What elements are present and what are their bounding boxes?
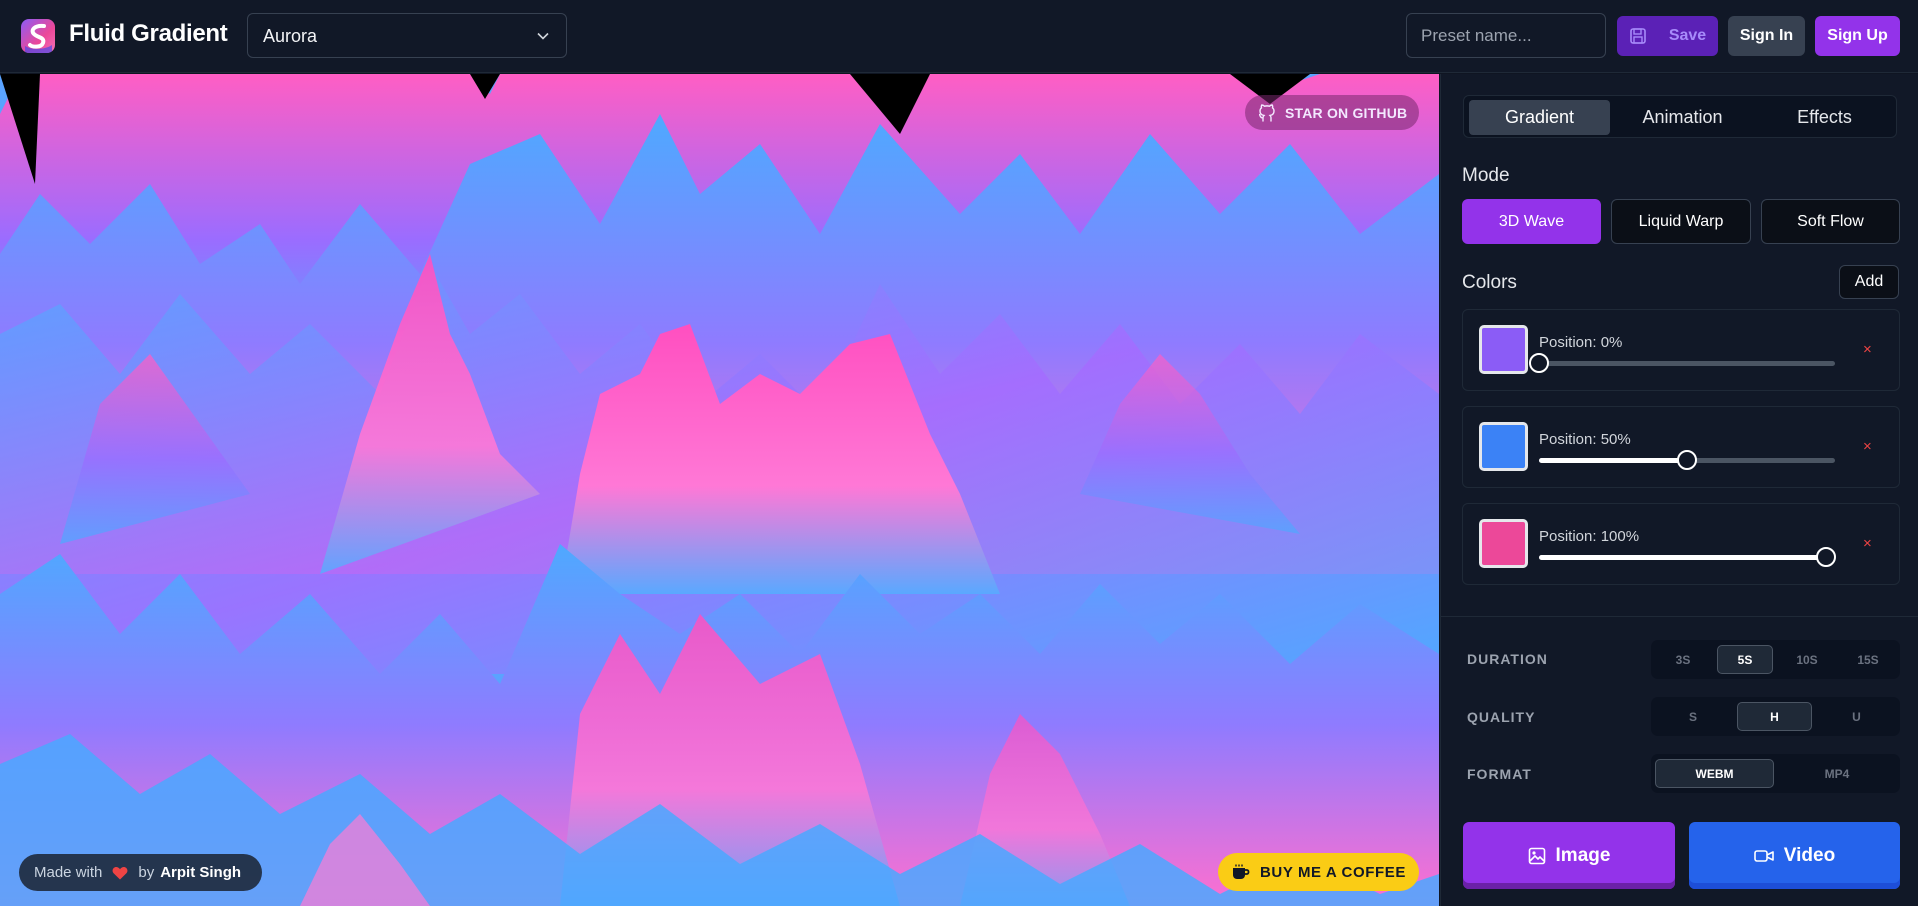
- color-swatch[interactable]: [1479, 422, 1528, 471]
- color-swatch[interactable]: [1479, 325, 1528, 374]
- preset-dropdown-value: Aurora: [263, 26, 318, 46]
- tab-animation[interactable]: Animation: [1612, 100, 1753, 135]
- save-icon: [1630, 28, 1646, 44]
- position-slider[interactable]: [1529, 353, 1835, 373]
- preset-name-input[interactable]: [1406, 13, 1606, 58]
- panel-tabs: Gradient Animation Effects: [1463, 95, 1897, 138]
- made-with-badge: Made with by Arpit Singh: [19, 854, 262, 891]
- tab-effects[interactable]: Effects: [1755, 100, 1894, 135]
- duration-option-10s[interactable]: 10S: [1779, 645, 1835, 674]
- color-stop: Position: 100% ×: [1462, 503, 1900, 585]
- video-camera-icon: [1753, 849, 1774, 862]
- color-stop: Position: 50% ×: [1462, 406, 1900, 488]
- color-stop: Position: 0% ×: [1462, 309, 1900, 391]
- top-bar: Fluid Gradient Aurora Save Sign In Sign …: [0, 0, 1918, 73]
- app-title: Fluid Gradient: [69, 20, 228, 47]
- preset-dropdown[interactable]: Aurora: [247, 13, 567, 58]
- export-image-label: Image: [1555, 844, 1611, 866]
- mode-soft-flow-button[interactable]: Soft Flow: [1761, 199, 1900, 244]
- github-icon: [1259, 103, 1275, 122]
- duration-option-5s[interactable]: 5S: [1717, 645, 1773, 674]
- position-slider-thumb[interactable]: [1529, 353, 1549, 373]
- buy-me-a-coffee-label: BUY ME A COFFEE: [1260, 863, 1406, 881]
- position-slider-thumb[interactable]: [1816, 547, 1837, 567]
- star-on-github-button[interactable]: STAR ON GITHUB: [1245, 95, 1419, 130]
- panel-divider: [1441, 616, 1918, 617]
- position-slider-thumb[interactable]: [1677, 450, 1697, 470]
- colors-section-title: Colors: [1462, 272, 1517, 293]
- position-slider[interactable]: [1539, 547, 1837, 567]
- color-stop-position-label: Position: 0%: [1539, 334, 1623, 351]
- remove-color-stop-button[interactable]: ×: [1863, 341, 1872, 358]
- quality-option-h[interactable]: H: [1737, 702, 1812, 731]
- mode-3d-wave-button[interactable]: 3D Wave: [1462, 199, 1601, 244]
- save-button-label: Save: [1668, 27, 1707, 44]
- sign-in-button[interactable]: Sign In: [1728, 16, 1805, 56]
- gradient-wave-render: [0, 74, 1439, 906]
- remove-color-stop-button[interactable]: ×: [1863, 535, 1872, 552]
- coffee-cup-icon: [1233, 864, 1250, 879]
- format-selector: WEBM MP4: [1651, 754, 1900, 793]
- color-stop-position-label: Position: 100%: [1539, 528, 1640, 545]
- remove-color-stop-button[interactable]: ×: [1863, 438, 1872, 455]
- star-on-github-label: STAR ON GITHUB: [1285, 104, 1408, 121]
- format-label: FORMAT: [1467, 766, 1532, 782]
- heart-icon: [112, 866, 128, 879]
- export-image-button[interactable]: Image: [1463, 822, 1675, 889]
- gradient-preview-canvas[interactable]: STAR ON GITHUB Made with by Arpit Singh …: [0, 74, 1439, 906]
- made-with-text: Made with: [34, 864, 103, 881]
- color-stop-position-label: Position: 50%: [1539, 431, 1631, 448]
- position-slider[interactable]: [1539, 450, 1835, 470]
- export-video-label: Video: [1783, 844, 1836, 866]
- duration-label: DURATION: [1467, 651, 1548, 667]
- color-swatch[interactable]: [1479, 519, 1528, 568]
- quality-option-u[interactable]: U: [1819, 702, 1894, 731]
- mode-section-title: Mode: [1462, 165, 1510, 186]
- fluid-gradient-logo-icon: [21, 19, 55, 53]
- author-link[interactable]: Arpit Singh: [160, 864, 241, 881]
- image-icon: [1528, 847, 1545, 864]
- duration-option-3s[interactable]: 3S: [1657, 645, 1709, 674]
- quality-selector: S H U: [1651, 697, 1900, 736]
- position-slider-fill: [1539, 555, 1827, 560]
- duration-option-15s[interactable]: 15S: [1840, 645, 1896, 674]
- buy-me-a-coffee-button[interactable]: BUY ME A COFFEE: [1218, 853, 1419, 891]
- format-option-mp4[interactable]: MP4: [1778, 759, 1896, 788]
- save-button[interactable]: Save: [1617, 16, 1718, 56]
- quality-option-s[interactable]: S: [1657, 702, 1729, 731]
- duration-selector: 3S 5S 10S 15S: [1651, 640, 1900, 679]
- format-option-webm[interactable]: WEBM: [1655, 759, 1774, 788]
- chevron-down-icon: [537, 32, 549, 40]
- position-slider-fill: [1539, 458, 1687, 463]
- settings-panel: Gradient Animation Effects Mode 3D Wave …: [1440, 74, 1918, 906]
- sign-up-button[interactable]: Sign Up: [1815, 16, 1900, 56]
- export-video-button[interactable]: Video: [1689, 822, 1900, 889]
- mode-liquid-warp-button[interactable]: Liquid Warp: [1611, 199, 1751, 244]
- made-with-by-text: by: [138, 864, 155, 881]
- tab-gradient[interactable]: Gradient: [1469, 100, 1610, 135]
- quality-label: QUALITY: [1467, 709, 1536, 725]
- add-color-button[interactable]: Add: [1839, 265, 1899, 299]
